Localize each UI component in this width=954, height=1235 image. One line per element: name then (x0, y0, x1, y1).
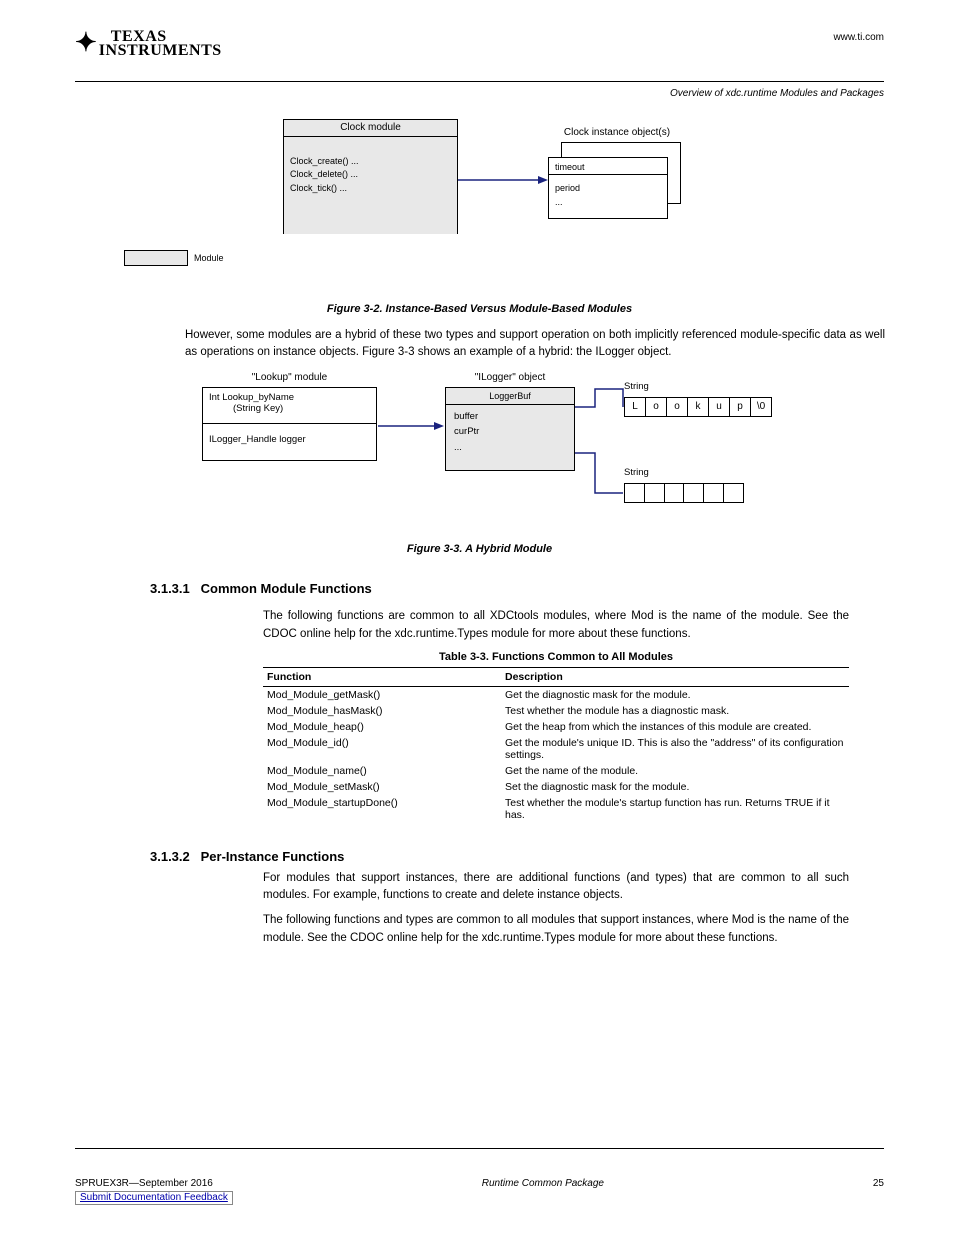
ilogger-object-box: LoggerBuf buffer curPtr ... (445, 387, 575, 471)
header-rule (75, 81, 884, 82)
table-row: Mod_Module_heap()Get the heap from which… (263, 719, 849, 735)
instance-row: ... (549, 193, 667, 207)
section-para: The following functions are common to al… (263, 608, 849, 643)
clock-instances-label: Clock instance object(s) (552, 127, 682, 138)
footer-mid: Runtime Common Package (482, 1178, 604, 1189)
table-row: Mod_Module_setMask()Set the diagnostic m… (263, 779, 849, 795)
ti-logo: ✦ TEXAS INSTRUMENTS (75, 28, 222, 59)
clock-module-title: Clock module (284, 120, 457, 137)
breadcrumb: Overview of xdc.runtime Modules and Pack… (75, 88, 884, 99)
instance-row: timeout (549, 158, 667, 172)
string-box-bottom (624, 483, 744, 503)
ilogger-name: LoggerBuf (446, 388, 574, 405)
figure-3-2: Clock module Clock_create() ... Clock_de… (75, 119, 884, 299)
ilogger-row: curPtr (454, 424, 566, 439)
col-function: Function (263, 667, 501, 686)
lookup-module-box: Int Lookup_byName (String Key) ILogger_H… (202, 387, 377, 461)
heading-3-1-3-2: 3.1.3.2 Per-Instance Functions (150, 849, 884, 864)
footer-page-number: 25 (873, 1178, 884, 1189)
figure-3-3: "Lookup" module Int Lookup_byName (Strin… (75, 369, 884, 539)
col-description: Description (501, 667, 849, 686)
footer-rule (75, 1148, 884, 1149)
section2-para2: The following functions and types are co… (263, 912, 849, 947)
table-row: Mod_Module_startupDone()Test whether the… (263, 795, 849, 823)
heading-3-1-3-1: 3.1.3.1 Common Module Functions (150, 581, 884, 596)
clock-module-row: Clock_create() ... (290, 155, 451, 169)
string-box-top: L o o k u p \0 (624, 397, 772, 417)
clock-module-box: Clock module Clock_create() ... Clock_de… (283, 119, 458, 234)
section2-title: Per-Instance Functions (201, 849, 345, 864)
page-footer: SPRUEX3R—September 2016 Runtime Common P… (75, 1178, 884, 1189)
ilogger-row: ... (454, 440, 566, 455)
logo-line2: INSTRUMENTS (99, 44, 222, 58)
table-3-3: Function Description Mod_Module_getMask(… (263, 667, 849, 823)
instance-front-box: timeout period ... (548, 157, 668, 219)
lookup-row: ILogger_Handle logger (203, 424, 376, 445)
arrow-icon (378, 421, 444, 431)
paragraph-1: However, some modules are a hybrid of th… (185, 327, 885, 362)
footer-left: SPRUEX3R—September 2016 (75, 1178, 213, 1189)
table-row: Mod_Module_hasMask()Test whether the mod… (263, 703, 849, 719)
ilogger-title: "ILogger" object (445, 372, 575, 383)
table-row: Mod_Module_name()Get the name of the mod… (263, 763, 849, 779)
footer-feedback: Submit Documentation Feedback (75, 1189, 233, 1205)
string-label-bottom: String (624, 467, 649, 478)
table-row: Mod_Module_id()Get the module's unique I… (263, 735, 849, 763)
legend-swatch (124, 250, 188, 266)
lookup-row: (String Key) (209, 403, 370, 414)
lookup-row: Int Lookup_byName (209, 392, 370, 403)
module-legend: Module (124, 250, 224, 266)
ti-glyph-icon: ✦ (75, 30, 97, 52)
figure-3-3-caption: Figure 3-3. A Hybrid Module (75, 543, 884, 555)
header-right: www.ti.com (833, 28, 884, 43)
figure-3-2-caption: Figure 3-2. Instance-Based Versus Module… (75, 303, 884, 315)
instance-row: period (549, 179, 667, 193)
table-row: Mod_Module_getMask()Get the diagnostic m… (263, 686, 849, 703)
table-3-3-wrap: Table 3-3. Functions Common to All Modul… (263, 651, 849, 823)
section2-number: 3.1.3.2 (150, 849, 190, 864)
lookup-module-title: "Lookup" module (202, 372, 377, 383)
header-url[interactable]: www.ti.com (833, 32, 884, 43)
legend-label: Module (194, 253, 224, 263)
feedback-link[interactable]: Submit Documentation Feedback (80, 1192, 228, 1203)
ilogger-row: buffer (454, 409, 566, 424)
page-header: ✦ TEXAS INSTRUMENTS www.ti.com (75, 28, 884, 59)
section2-para1: For modules that support instances, ther… (263, 870, 849, 905)
clock-module-row: Clock_tick() ... (290, 182, 451, 196)
table-3-3-caption: Table 3-3. Functions Common to All Modul… (263, 651, 849, 663)
clock-module-row: Clock_delete() ... (290, 168, 451, 182)
section-number: 3.1.3.1 (150, 581, 190, 596)
arrow-icon (458, 175, 548, 185)
string-label-top: String (624, 381, 649, 392)
section-title: Common Module Functions (201, 581, 372, 596)
